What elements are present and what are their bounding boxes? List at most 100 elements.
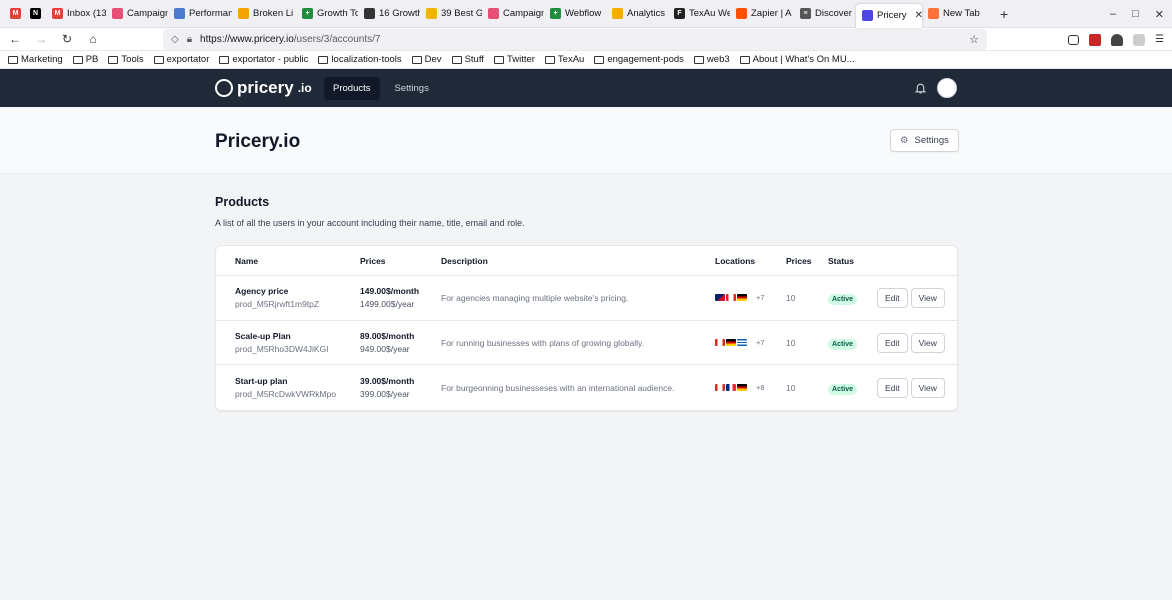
status-cell: Active bbox=[828, 293, 877, 305]
tab-favicon-icon bbox=[174, 8, 185, 19]
bookmark-item[interactable]: PB bbox=[72, 54, 98, 65]
home-icon[interactable]: ⌂ bbox=[86, 32, 100, 46]
col-prices: Prices bbox=[360, 255, 386, 266]
tab-label: Performan bbox=[189, 8, 232, 19]
bookmark-item[interactable]: exportator bbox=[153, 54, 209, 65]
pocket-icon[interactable] bbox=[1068, 34, 1080, 45]
view-button[interactable]: View bbox=[910, 377, 945, 398]
bookmarks-bar: Marketing PB Tools exportator exportator - p… bbox=[0, 51, 1172, 69]
browser-tab[interactable]: ≡ Discover bbox=[794, 0, 856, 28]
table-header: Name Prices Description Locations Prices… bbox=[216, 246, 957, 276]
more-locations[interactable]: +7 bbox=[756, 293, 765, 302]
folder-icon bbox=[72, 55, 83, 64]
extension-badge-icon[interactable] bbox=[1089, 33, 1102, 46]
bookmark-item[interactable]: TexAu bbox=[544, 54, 585, 65]
toolbar-icons: ☰ bbox=[1068, 29, 1164, 50]
row-actions: Edit View bbox=[877, 377, 945, 398]
bookmark-item[interactable]: engagement-pods bbox=[594, 54, 684, 65]
ublock-icon[interactable] bbox=[1111, 33, 1124, 46]
view-button[interactable]: View bbox=[910, 287, 945, 308]
nav-settings[interactable]: Settings bbox=[386, 77, 438, 100]
edit-button[interactable]: Edit bbox=[877, 287, 908, 308]
pricery-logo[interactable]: pricery .io bbox=[215, 78, 312, 98]
bookmark-item[interactable]: Dev bbox=[411, 54, 442, 65]
bookmark-item[interactable]: About | What's On MU... bbox=[739, 54, 855, 65]
bookmark-item[interactable]: web3 bbox=[693, 54, 730, 65]
new-tab-icon[interactable]: + bbox=[1000, 6, 1008, 22]
browser-tab[interactable]: + Growth To bbox=[296, 0, 358, 28]
bell-icon[interactable] bbox=[914, 81, 927, 95]
grid-icon bbox=[739, 55, 750, 64]
bookmark-label: Dev bbox=[424, 54, 442, 65]
bookmark-item[interactable]: Marketing bbox=[8, 54, 63, 65]
browser-tab[interactable]: F TexAu We bbox=[668, 0, 730, 28]
settings-button[interactable]: ⚙ Settings bbox=[890, 129, 959, 152]
shield-icon[interactable]: ◇ bbox=[171, 34, 179, 45]
tab-label: New Tab bbox=[943, 8, 980, 19]
tab-label: Pricery bbox=[877, 10, 907, 21]
bookmark-label: Tools bbox=[121, 54, 144, 65]
url-path: /users/3/accounts/7 bbox=[293, 34, 381, 45]
bookmark-item[interactable]: exportator - public bbox=[219, 54, 308, 65]
browser-tab[interactable]: Campaign bbox=[106, 0, 168, 28]
browser-tab[interactable]: 39 Best G bbox=[420, 0, 482, 28]
tab-label: Growth To bbox=[317, 8, 358, 19]
view-button[interactable]: View bbox=[910, 332, 945, 353]
menu-icon[interactable]: ☰ bbox=[1155, 34, 1164, 45]
more-locations[interactable]: +8 bbox=[756, 383, 765, 392]
folder-icon bbox=[451, 55, 462, 64]
browser-tab[interactable]: Broken Li bbox=[232, 0, 296, 28]
more-locations[interactable]: +7 bbox=[756, 338, 765, 347]
browser-tab[interactable]: N bbox=[24, 0, 46, 28]
col-status: Status bbox=[828, 255, 854, 266]
price-monthly: 39.00$/month bbox=[360, 376, 415, 387]
bookmark-item[interactable]: Tools bbox=[108, 54, 144, 65]
edit-button[interactable]: Edit bbox=[877, 332, 908, 353]
product-id: prod_M5Rjrwft1m9tpZ bbox=[235, 299, 320, 310]
browser-tab[interactable]: Pricery ✕ bbox=[856, 3, 922, 28]
maximize-icon[interactable]: □ bbox=[1132, 8, 1139, 20]
url-text[interactable]: https://www.pricery.io/users/3/accounts/… bbox=[200, 34, 380, 45]
browser-tab[interactable]: Performan bbox=[168, 0, 232, 28]
browser-tab[interactable]: 16 Growth bbox=[358, 0, 420, 28]
window-controls: – □ ✕ bbox=[1110, 0, 1164, 28]
product-price-cell: 39.00$/month 399.00$/year bbox=[360, 376, 441, 399]
section-title: Products bbox=[215, 195, 270, 209]
flag-de-icon bbox=[726, 339, 736, 347]
forward-icon[interactable]: → bbox=[34, 32, 48, 46]
bookmark-item[interactable]: Twitter bbox=[493, 54, 535, 65]
browser-tab[interactable]: + Webflow bbox=[544, 0, 606, 28]
browser-tab[interactable]: M Inbox (13 bbox=[46, 0, 106, 28]
extensions-gear-icon[interactable] bbox=[1133, 33, 1146, 46]
bookmark-item[interactable]: localization-tools bbox=[318, 54, 402, 65]
table-row: Start-up plan prod_M5RcDwkVWRkMpo 39.00$… bbox=[216, 365, 957, 410]
edit-button[interactable]: Edit bbox=[877, 377, 908, 398]
col-name: Name bbox=[235, 255, 259, 266]
browser-tab[interactable]: Zapier | A bbox=[730, 0, 794, 28]
page-title: Pricery.io bbox=[215, 131, 301, 152]
folder-icon bbox=[411, 55, 422, 64]
flag-ca-icon bbox=[726, 294, 736, 302]
bookmark-label: TexAu bbox=[557, 54, 585, 65]
close-window-icon[interactable]: ✕ bbox=[1155, 8, 1164, 21]
back-icon[interactable]: ← bbox=[8, 32, 22, 46]
avatar[interactable] bbox=[937, 78, 957, 98]
close-tab-icon[interactable]: ✕ bbox=[915, 10, 922, 21]
minimize-icon[interactable]: – bbox=[1110, 8, 1116, 20]
browser-tab[interactable]: Analytics bbox=[606, 0, 668, 28]
bookmark-star-icon[interactable]: ☆ bbox=[969, 33, 979, 46]
col-description: Description bbox=[441, 255, 488, 266]
bookmark-item[interactable]: Stuff bbox=[451, 54, 484, 65]
browser-tab[interactable]: Campaign bbox=[482, 0, 544, 28]
flag-fr-icon bbox=[726, 384, 736, 392]
nav-products[interactable]: Products bbox=[324, 77, 380, 100]
reload-icon[interactable]: ↻ bbox=[60, 32, 74, 46]
address-bar[interactable]: ◇ 🔒︎ https://www.pricery.io/users/3/acco… bbox=[163, 29, 987, 50]
browser-tab[interactable]: M bbox=[4, 0, 24, 28]
bookmark-label: engagement-pods bbox=[607, 54, 684, 65]
logo-text: pricery bbox=[237, 78, 294, 97]
browser-tab[interactable]: New Tab bbox=[922, 0, 992, 28]
folder-icon bbox=[219, 55, 230, 64]
product-prices-count: 10 bbox=[786, 337, 796, 348]
folder-icon bbox=[153, 55, 164, 64]
